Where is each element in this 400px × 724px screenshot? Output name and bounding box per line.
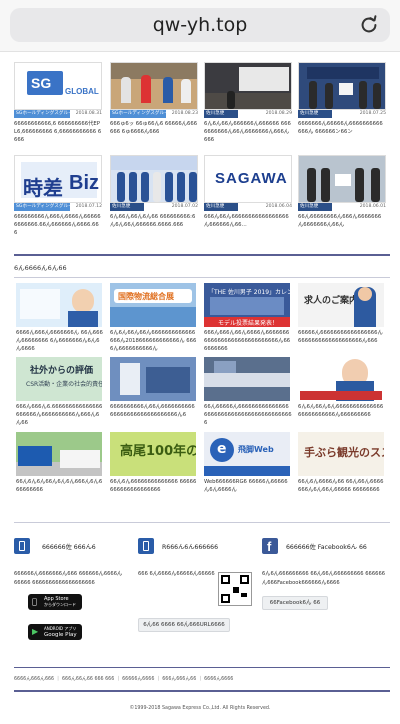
feature-thumbnail[interactable]	[110, 357, 196, 401]
news-date: 2018.08.31	[75, 111, 102, 116]
feature-thumbnail[interactable]: 社外からの評価 CSR活動・企業の社会的責任	[16, 357, 102, 401]
copyright-text: ©1999-2018 Sagawa Express Co.,Ltd. All R…	[129, 706, 271, 711]
news-text[interactable]: 66ん66666666ん666ん6666666ん6666666ん66ん	[298, 213, 386, 229]
facebook-section-desc: 6ん6ん666666666 66ん66ん666666666 666666ん666…	[262, 571, 386, 586]
feature-text[interactable]: 66666ん66666666666666666ん6666666666666666…	[298, 329, 386, 345]
feature-text[interactable]: 66ん6ん6ん66ん6ん6ん666ん6ん666666666	[16, 478, 104, 494]
news-thumbnail[interactable]	[110, 155, 198, 203]
feature-thumbnail[interactable]: 国際物流総合展	[110, 283, 196, 327]
section-divider	[14, 522, 390, 523]
url-text[interactable]: qw-yh.top	[10, 14, 390, 36]
feature-thumbnail[interactable]	[204, 357, 290, 401]
feature-text[interactable]: 6ん6ん66ん6ん66666666666666 66666666666ん6666…	[298, 403, 386, 419]
section-divider	[14, 277, 390, 278]
feature-thumbnail[interactable]	[298, 357, 384, 401]
category-tag[interactable]: 佐川急便	[298, 203, 332, 211]
section-divider	[14, 254, 390, 256]
news-text[interactable]: 66666666666,6 666666666代EPL6,666666666 6…	[14, 120, 102, 144]
qr-code-icon	[218, 572, 252, 606]
footer-divider	[14, 667, 390, 668]
news-date: 2018.08.23	[171, 111, 198, 116]
feature-thumbnail[interactable]	[16, 432, 102, 476]
news-date: 2018.07.12	[75, 204, 102, 209]
news-thumbnail[interactable]	[110, 62, 198, 110]
facebook-section-title: 666666佐 Facebook6ん 66	[286, 544, 367, 551]
mobile-app-icon	[14, 538, 30, 554]
address-bar[interactable]: qw-yh.top	[10, 8, 390, 42]
news-thumbnail[interactable]	[298, 62, 386, 110]
feature-thumbnail[interactable]: 求人のご案内	[298, 283, 384, 327]
feature-text[interactable]: Web666666RG6 66666ん66666ん6ん6666ん	[204, 478, 292, 494]
app-section-title: 666666佐 666ん6	[42, 544, 96, 551]
category-tag[interactable]: 佐川急便	[204, 110, 238, 118]
feature-text[interactable]: 666ん666ん66ん6666ん666666666666666666666666…	[204, 329, 292, 353]
feature-thumbnail[interactable]: 手ぶら観光のススメ	[298, 432, 384, 476]
apple-icon: 	[32, 598, 37, 606]
news-thumbnail[interactable]: SAGAWA	[204, 155, 292, 203]
category-tag[interactable]: SGホールディングスグループ	[14, 110, 77, 118]
facebook-icon: f	[262, 538, 278, 554]
feature-text[interactable]: 6666ん666ん6666666ん 66ん666ん66666666 6ん6666…	[16, 329, 104, 353]
news-date: 2018.06.01	[359, 204, 386, 209]
news-text[interactable]: 6ん66ん66ん6ん66 666666666:6ん6ん66ん666666.666…	[110, 213, 198, 229]
feature-thumbnail[interactable]	[16, 283, 102, 327]
category-tag[interactable]: SGホールディングスグループ	[110, 110, 173, 118]
news-text[interactable]: 666666666ん666ん6666ん666666666666.66ん66666…	[14, 213, 102, 237]
feature-text[interactable]: 66ん6ん6666ん66 66ん66ん6666666ん6ん66ん66666 66…	[298, 478, 386, 494]
news-date: 2018.07.02	[171, 204, 198, 209]
section-title: 6ん6666ん6ん66	[14, 264, 67, 272]
app-store-button[interactable]:  App Store からダウンロード	[28, 594, 82, 610]
qr-section-desc: 666 6ん6666ん66666ん66666	[138, 571, 215, 577]
category-tag[interactable]: 佐川急便	[110, 203, 144, 211]
news-text[interactable]: 666ん66ん66666666666666666ん666666ん66…	[204, 213, 292, 229]
reload-icon[interactable]	[358, 14, 380, 36]
news-date: 2018.07.25	[359, 111, 386, 116]
news-date: 2018.06.04	[265, 204, 292, 209]
footer-links[interactable]: 6666ん666ん666 ｜ 666ん66ん66 666 666 ｜ 66666…	[14, 675, 386, 682]
news-thumbnail[interactable]: SG GLOBAL	[14, 62, 102, 110]
feature-thumbnail[interactable]: 「THE 佐川男子 2019」カレンダー モデル投票結果発表！	[204, 283, 290, 327]
category-tag[interactable]: 佐川急便	[204, 203, 238, 211]
news-thumbnail[interactable]	[204, 62, 292, 110]
news-text[interactable]: 6ん6ん66ん666666ん666666 6666666666ん66ん66666…	[204, 120, 292, 144]
category-tag[interactable]: SGホールディングスグループ	[14, 203, 77, 211]
news-thumbnail[interactable]	[298, 155, 386, 203]
url-send-button[interactable]: 6ん66 6666 66ん666URL6666	[138, 618, 230, 632]
google-play-button[interactable]: ▶ ANDROID アプリ Google Play	[28, 624, 82, 640]
feature-thumbnail[interactable]: 高尾100年の森	[110, 432, 196, 476]
feature-text[interactable]: 66ん66666ん6666666666666666666666666666666…	[204, 403, 292, 427]
news-text[interactable]: 6666666ん66666ん6666666666666ん 666666ン66ン	[298, 120, 386, 136]
feature-text[interactable]: 6666666666ん66ん66666666666666666666666666…	[110, 403, 198, 419]
footer-divider	[14, 690, 390, 692]
news-thumbnail[interactable]: 時差 Biz	[14, 155, 102, 203]
qr-section-title: R666ん6ん666666	[162, 544, 219, 551]
feature-text[interactable]: 6ん6ん66ん66ん6666666666666666ん2018666666666…	[110, 329, 198, 353]
play-icon: ▶	[32, 627, 39, 636]
news-text[interactable]: 666ゅ6ッ 66ゅ66ん6 66666ん666666 6ゅ6666ん666ㅤ	[110, 120, 198, 136]
feature-thumbnail[interactable]: e 飛脚Web	[204, 432, 290, 476]
feature-text[interactable]: 66ん6ん66666666666666 66666666666666666666	[110, 478, 198, 494]
news-date: 2018.08.29	[265, 111, 292, 116]
browser-bar: qw-yh.top	[0, 0, 400, 52]
app-section-desc: 666666ん6666666ん666 666666ん6666ん66666 666…	[14, 571, 123, 586]
feature-text[interactable]: 666ん666ん6.666666666666666666666ん66666666…	[16, 403, 104, 427]
facebook-link-button[interactable]: 66Facebook6ん 66	[262, 596, 328, 610]
category-tag[interactable]: 佐川急便	[298, 110, 332, 118]
mobile-site-icon	[138, 538, 154, 554]
